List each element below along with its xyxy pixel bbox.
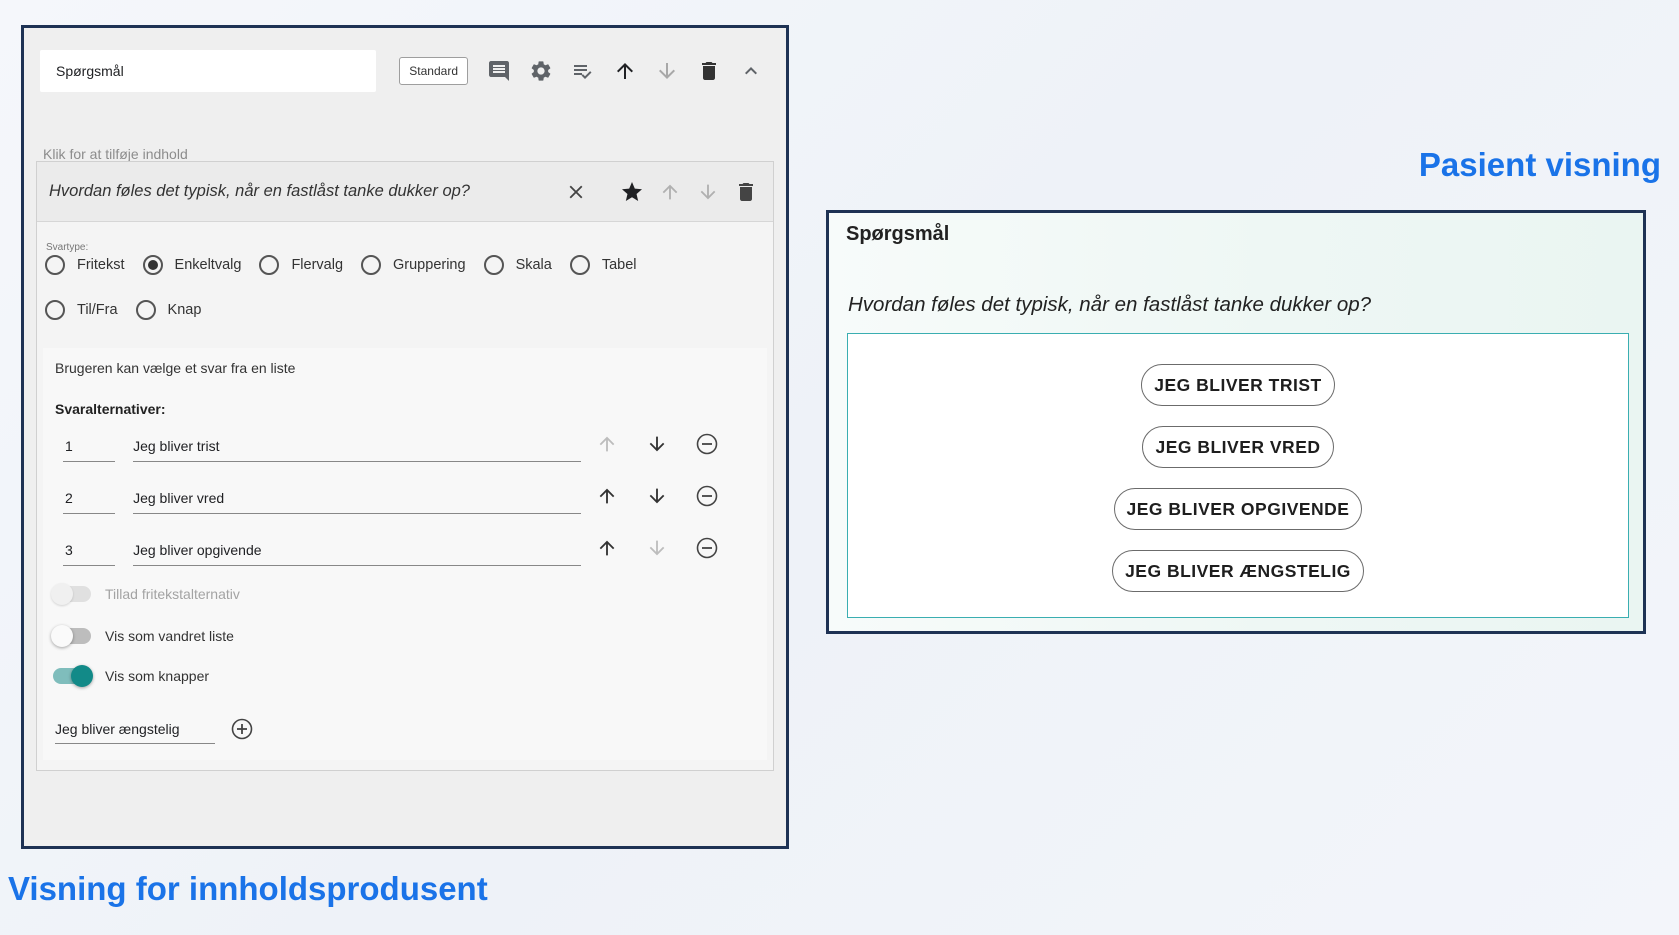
answer-button[interactable]: JEG BLIVER ÆNGSTELIG — [1112, 550, 1364, 592]
answer-button[interactable]: JEG BLIVER TRIST — [1141, 364, 1335, 406]
add-circle-icon[interactable] — [227, 714, 257, 744]
toggle-horizontal-list[interactable]: Vis som vandret liste — [51, 625, 234, 647]
radio-label: Til/Fra — [77, 302, 118, 318]
toggle-label: Vis som knapper — [105, 668, 210, 684]
question-toolbar — [559, 175, 763, 209]
radio-button[interactable] — [361, 255, 382, 275]
toggle-show-as-buttons[interactable]: Vis som knapper — [53, 665, 210, 687]
panel-description: Brugeren kan vælge et svar fra en liste — [55, 360, 296, 376]
new-option-input[interactable]: Jeg bliver ængstelig — [55, 714, 215, 744]
remove-circle-icon[interactable] — [691, 428, 723, 460]
remove-circle-icon[interactable] — [691, 532, 723, 564]
patient-preview: Spørgsmål Hvordan føles det typisk, når … — [826, 210, 1646, 634]
radio-knap[interactable]: Knap — [135, 300, 202, 320]
radio-button-selected[interactable] — [142, 255, 163, 275]
question-text-input[interactable]: Hvordan føles det typisk, når en fastlås… — [49, 182, 559, 201]
preview-question: Hvordan føles det typisk, når en fastlås… — [848, 293, 1372, 316]
arrow-down-icon[interactable] — [641, 428, 673, 460]
arrow-up-icon[interactable] — [591, 480, 623, 512]
arrow-down-icon[interactable] — [641, 480, 673, 512]
radio-label: Fritekst — [77, 257, 125, 273]
arrow-up-icon[interactable] — [591, 532, 623, 564]
option-text-input[interactable]: Jeg bliver vred — [133, 484, 581, 514]
arrow-down-icon[interactable] — [650, 54, 684, 88]
radio-button[interactable] — [259, 255, 280, 275]
trash-icon[interactable] — [692, 54, 726, 88]
radio-enkeltvalg[interactable]: Enkeltvalg — [142, 255, 242, 275]
question-card: Hvordan føles det typisk, når en fastlås… — [36, 161, 774, 771]
radio-button[interactable] — [483, 255, 504, 275]
answer-button[interactable]: JEG BLIVER VRED — [1142, 426, 1334, 468]
arrow-up-icon[interactable] — [608, 54, 642, 88]
radio-tabel[interactable]: Tabel — [569, 255, 637, 275]
radio-button[interactable] — [135, 300, 156, 320]
options-heading: Svaralternativer: — [55, 401, 166, 417]
arrow-up-icon[interactable] — [653, 175, 687, 209]
option-number-input[interactable]: 1 — [63, 432, 116, 462]
arrow-down-icon[interactable] — [691, 175, 725, 209]
option-text-input[interactable]: Jeg bliver trist — [133, 432, 581, 462]
remove-circle-icon[interactable] — [691, 480, 723, 512]
answer-type-label: Svartype: — [46, 242, 89, 253]
option-actions — [591, 426, 723, 462]
options-panel: Brugeren kan vælge et svar fra en liste … — [43, 348, 767, 760]
radio-flervalg[interactable]: Flervalg — [259, 255, 343, 275]
radio-skala[interactable]: Skala — [483, 255, 552, 275]
radio-button[interactable] — [569, 255, 590, 275]
toggle-switch[interactable] — [53, 665, 93, 687]
arrow-down-icon[interactable] — [641, 532, 673, 564]
header-toolbar — [482, 54, 768, 88]
option-text-input[interactable]: Jeg bliver opgivende — [133, 536, 581, 566]
toggle-switch[interactable] — [51, 625, 91, 647]
radio-fritekst[interactable]: Fritekst — [45, 255, 125, 275]
star-icon[interactable] — [615, 175, 649, 209]
preview-title: Spørgsmål — [846, 223, 950, 245]
arrow-up-icon[interactable] — [591, 428, 623, 460]
new-option: Jeg bliver ængstelig — [55, 714, 257, 744]
gear-icon[interactable] — [524, 54, 558, 88]
caption-patient-view: Pasient visning — [1418, 146, 1661, 183]
toggle-label: Tillad fritekstalternativ — [105, 586, 240, 602]
editor-panel: Spørgsmål Standard Klik for at tilføje i… — [21, 25, 789, 849]
radio-label: Tabel — [601, 257, 637, 273]
radio-gruppering[interactable]: Gruppering — [361, 255, 466, 275]
option-actions — [591, 478, 723, 514]
radio-label: Skala — [515, 257, 552, 273]
chevron-up-icon[interactable] — [734, 54, 768, 88]
option-number-input[interactable]: 2 — [63, 484, 116, 514]
add-content-placeholder[interactable]: Klik for at tilføje indhold — [43, 146, 188, 162]
answer-button-list: JEG BLIVER TRIST JEG BLIVER VRED JEG BLI… — [847, 333, 1629, 618]
editor-header: Spørgsmål Standard — [40, 48, 768, 94]
toggle-label: Vis som vandret liste — [105, 628, 234, 644]
radio-label: Enkeltvalg — [174, 257, 242, 273]
option-row: 1 Jeg bliver trist — [63, 426, 723, 462]
option-row: 2 Jeg bliver vred — [63, 478, 723, 514]
caption-content-producer-view: Visning for innholdsprodusent — [8, 870, 488, 907]
toggle-allow-freetext: Tillad fritekstalternativ — [51, 583, 240, 605]
checklist-icon[interactable] — [566, 54, 600, 88]
trash-icon[interactable] — [729, 175, 763, 209]
option-actions — [591, 530, 723, 566]
option-number-input[interactable]: 3 — [63, 536, 116, 566]
question-row: Hvordan føles det typisk, når en fastlås… — [37, 162, 773, 222]
radio-label: Gruppering — [393, 257, 466, 273]
section-title-input[interactable]: Spørgsmål — [40, 50, 377, 92]
radio-button[interactable] — [45, 255, 65, 275]
answer-button[interactable]: JEG BLIVER OPGIVENDE — [1113, 488, 1363, 530]
answer-type-radio-group: Fritekst Enkeltvalg Flervalg Gruppering … — [45, 255, 655, 275]
option-row: 3 Jeg bliver opgivende — [63, 530, 723, 566]
radio-til-fra[interactable]: Til/Fra — [45, 300, 118, 320]
comment-icon[interactable] — [482, 54, 516, 88]
toggle-switch — [51, 583, 91, 605]
answer-type-radio-group-2: Til/Fra Knap — [45, 300, 219, 320]
radio-button[interactable] — [45, 300, 65, 320]
standard-button[interactable]: Standard — [399, 57, 468, 85]
close-icon[interactable] — [559, 175, 593, 209]
radio-label: Flervalg — [291, 257, 344, 273]
radio-label: Knap — [167, 302, 202, 318]
